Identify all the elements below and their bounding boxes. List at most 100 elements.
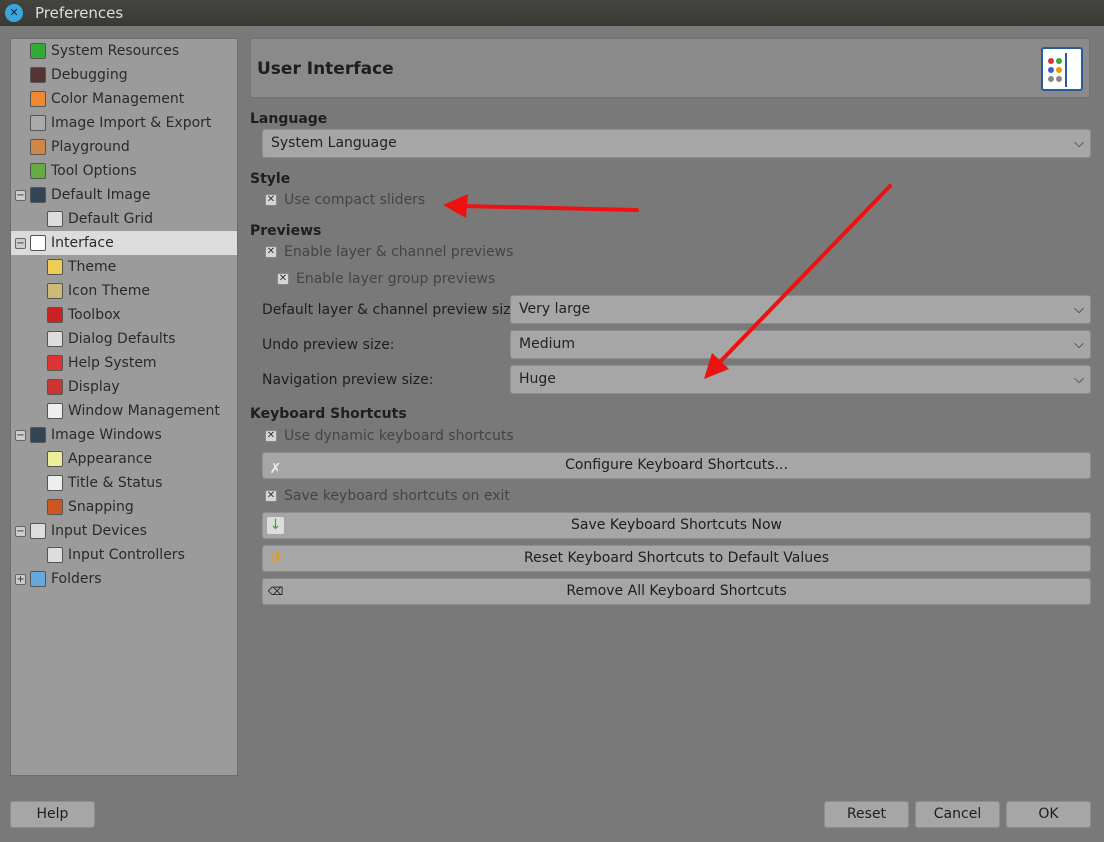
button-label: Save Keyboard Shortcuts Now xyxy=(571,517,782,533)
ok-button[interactable]: OK xyxy=(1006,801,1091,828)
save-shortcuts-now-button[interactable]: ↓ Save Keyboard Shortcuts Now xyxy=(262,512,1091,539)
appearance-icon xyxy=(47,451,63,467)
sidebar-item-label: Debugging xyxy=(51,67,128,83)
sidebar-item-label: Appearance xyxy=(68,451,153,467)
sidebar-item-window-management[interactable]: Window Management xyxy=(11,399,237,423)
help-system-icon xyxy=(47,355,63,371)
chevron-down-icon: ⌵ xyxy=(1074,337,1084,352)
playground-icon xyxy=(30,139,46,155)
checkbox-label: Use dynamic keyboard shortcuts xyxy=(284,428,514,444)
sidebar-item-dialog-defaults[interactable]: Dialog Defaults xyxy=(11,327,237,351)
checkbox-label: Enable layer & channel previews xyxy=(284,244,514,260)
language-value: System Language xyxy=(271,135,397,151)
sidebar-item-tool-options[interactable]: Tool Options xyxy=(11,159,237,183)
sidebar-item-interface[interactable]: − Interface xyxy=(11,231,237,255)
interface-icon xyxy=(30,235,46,251)
button-label: Reset Keyboard Shortcuts to Default Valu… xyxy=(523,550,830,566)
configure-shortcuts-button[interactable]: ✗ Configure Keyboard Shortcuts... xyxy=(262,452,1091,479)
sidebar-item-display[interactable]: Display xyxy=(11,375,237,399)
tools-icon: ✗ xyxy=(269,461,282,477)
reset-shortcuts-button[interactable]: ↺ Reset Keyboard Shortcuts to Default Val… xyxy=(262,545,1091,572)
layer-channel-previews-checkbox[interactable]: ✕ Enable layer & channel previews xyxy=(265,244,513,260)
sidebar-item-system-resources[interactable]: System Resources xyxy=(11,39,237,63)
sidebar-item-label: Image Import & Export xyxy=(51,115,212,131)
button-label: Configure Keyboard Shortcuts... xyxy=(565,457,788,473)
sidebar-item-icon-theme[interactable]: Icon Theme xyxy=(11,279,237,303)
title-bar: ✕ Preferences xyxy=(0,0,1104,26)
checkbox-icon: ✕ xyxy=(265,430,277,442)
checkbox-icon: ✕ xyxy=(277,273,289,285)
undo-preview-size-label: Undo preview size: xyxy=(262,337,395,353)
sidebar-item-label: Input Controllers xyxy=(68,547,185,563)
sidebar-item-theme[interactable]: Theme xyxy=(11,255,237,279)
button-label: Remove All Keyboard Shortcuts xyxy=(566,583,787,599)
input-devices-icon xyxy=(30,523,46,539)
sidebar-item-playground[interactable]: Playground xyxy=(11,135,237,159)
theme-icon xyxy=(47,259,63,275)
select-value: Huge xyxy=(519,371,556,387)
chevron-down-icon: ⌵ xyxy=(1074,136,1084,151)
checkbox-label: Enable layer group previews xyxy=(296,271,496,287)
expander-icon[interactable]: + xyxy=(15,573,26,585)
sidebar-item-label: Window Management xyxy=(68,403,220,419)
sidebar-item-image-windows[interactable]: − Image Windows xyxy=(11,423,237,447)
reset-button[interactable]: Reset xyxy=(824,801,909,828)
language-select[interactable]: System Language ⌵ xyxy=(262,129,1091,158)
close-icon[interactable]: ✕ xyxy=(5,4,23,22)
sidebar-item-label: Color Management xyxy=(51,91,185,107)
sidebar-item-label: Help System xyxy=(68,355,157,371)
undo-preview-size-select[interactable]: Medium ⌵ xyxy=(510,330,1091,359)
sidebar-item-label: Toolbox xyxy=(68,307,121,323)
debugging-icon xyxy=(30,67,46,83)
navigation-preview-size-label: Navigation preview size: xyxy=(262,372,434,388)
remove-shortcuts-button[interactable]: ⌫ Remove All Keyboard Shortcuts xyxy=(262,578,1091,605)
sidebar-item-input-devices[interactable]: − Input Devices xyxy=(11,519,237,543)
sidebar-item-default-image[interactable]: − Default Image xyxy=(11,183,237,207)
sidebar-item-help-system[interactable]: Help System xyxy=(11,351,237,375)
default-image-icon xyxy=(30,187,46,203)
tool-options-icon xyxy=(30,163,46,179)
image-windows-icon xyxy=(30,427,46,443)
sidebar-item-folders[interactable]: + Folders xyxy=(11,567,237,591)
preferences-sidebar[interactable]: System Resources Debugging Color Managemen… xyxy=(10,38,238,776)
dynamic-shortcuts-checkbox[interactable]: ✕ Use dynamic keyboard shortcuts xyxy=(265,428,514,444)
title-status-icon xyxy=(47,475,63,491)
expander-icon[interactable]: − xyxy=(15,525,26,537)
color-management-icon xyxy=(30,91,46,107)
sidebar-item-default-grid[interactable]: Default Grid xyxy=(11,207,237,231)
sidebar-item-debugging[interactable]: Debugging xyxy=(11,63,237,87)
input-controllers-icon xyxy=(47,547,63,563)
sidebar-item-toolbox[interactable]: Toolbox xyxy=(11,303,237,327)
save-icon: ↓ xyxy=(267,517,284,534)
page-title: User Interface xyxy=(257,59,394,79)
cancel-button[interactable]: Cancel xyxy=(915,801,1000,828)
sidebar-item-label: Playground xyxy=(51,139,130,155)
sidebar-item-label: Tool Options xyxy=(51,163,137,179)
sidebar-item-image-import-export[interactable]: Image Import & Export xyxy=(11,111,237,135)
default-preview-size-label: Default layer & channel preview size: xyxy=(262,302,524,318)
expander-icon[interactable]: − xyxy=(15,237,26,249)
expander-icon[interactable]: − xyxy=(15,189,26,201)
layer-group-previews-checkbox[interactable]: ✕ Enable layer group previews xyxy=(277,271,495,287)
sidebar-item-color-management[interactable]: Color Management xyxy=(11,87,237,111)
sidebar-item-label: Image Windows xyxy=(51,427,162,443)
sidebar-item-title-status[interactable]: Title & Status xyxy=(11,471,237,495)
navigation-preview-size-select[interactable]: Huge ⌵ xyxy=(510,365,1091,394)
checkbox-label: Use compact sliders xyxy=(284,192,426,208)
compact-sliders-checkbox[interactable]: ✕ Use compact sliders xyxy=(265,192,425,208)
sidebar-item-label: Default Grid xyxy=(68,211,153,227)
interface-icon xyxy=(1041,47,1083,91)
window-management-icon xyxy=(47,403,63,419)
default-preview-size-select[interactable]: Very large ⌵ xyxy=(510,295,1091,324)
language-heading: Language xyxy=(250,111,328,127)
backspace-icon: ⌫ xyxy=(267,585,284,598)
expander-icon[interactable]: − xyxy=(15,429,26,441)
help-button[interactable]: Help xyxy=(10,801,95,828)
save-on-exit-checkbox[interactable]: ✕ Save keyboard shortcuts on exit xyxy=(265,488,510,504)
annotation-arrow xyxy=(460,204,639,212)
sidebar-item-appearance[interactable]: Appearance xyxy=(11,447,237,471)
sidebar-item-label: Dialog Defaults xyxy=(68,331,176,347)
sidebar-item-input-controllers[interactable]: Input Controllers xyxy=(11,543,237,567)
sidebar-item-snapping[interactable]: Snapping xyxy=(11,495,237,519)
display-icon xyxy=(47,379,63,395)
